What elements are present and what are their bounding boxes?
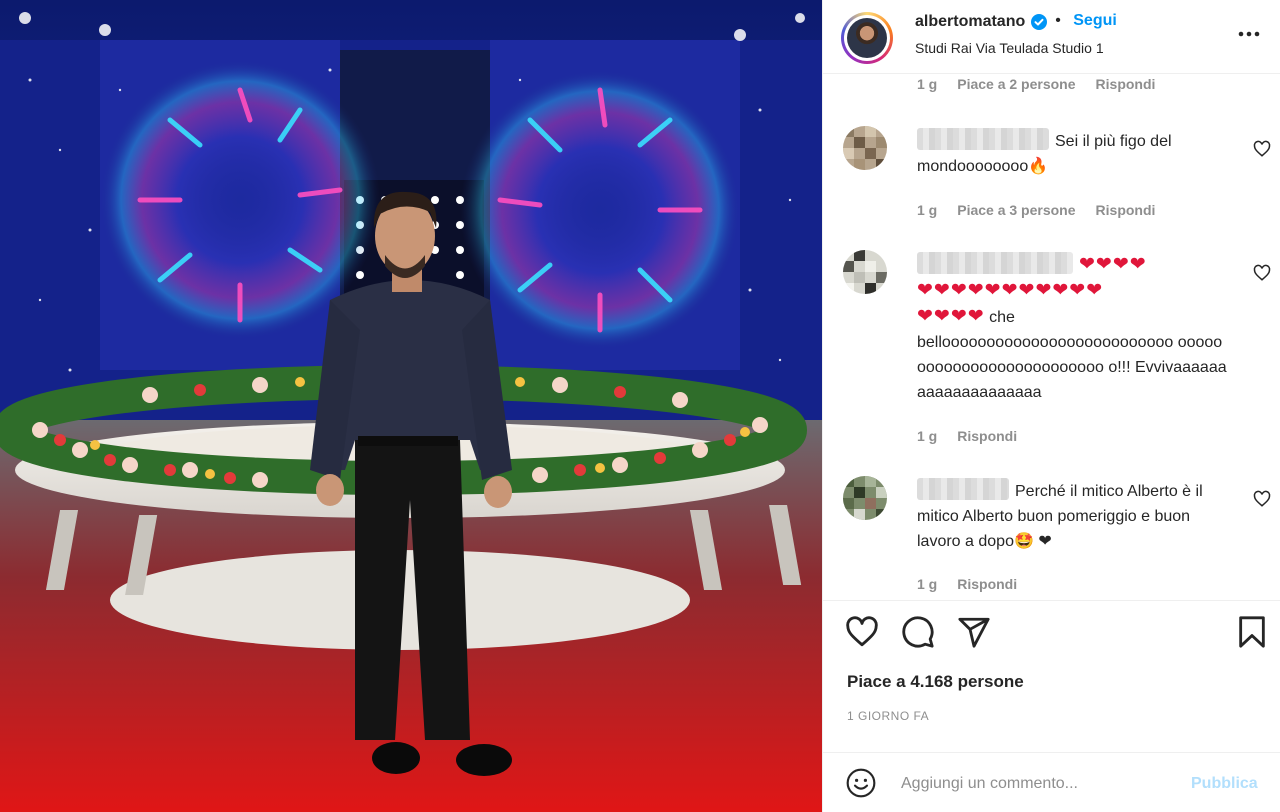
post-location[interactable]: Studi Rai Via Teulada Studio 1	[915, 40, 1104, 56]
emoji-icon[interactable]	[845, 767, 877, 799]
comment-heart-icon[interactable]	[1253, 490, 1271, 508]
comment-meta: 1 g Piace a 2 persone Rispondi	[917, 76, 1175, 92]
comment-meta: 1 g Rispondi	[917, 428, 1037, 444]
comment-age: 1 g	[917, 576, 938, 592]
publish-button[interactable]: Pubblica	[1191, 775, 1258, 793]
add-comment-input[interactable]	[901, 771, 1181, 797]
comment-age: 1 g	[917, 202, 938, 218]
comment-icon[interactable]	[901, 615, 935, 649]
comment-body: ❤❤❤❤ ❤❤❤❤❤❤❤❤❤❤❤ ❤❤❤❤ che belloooooooooo…	[917, 252, 1237, 405]
pixelated-avatar	[843, 476, 887, 520]
comment-text: che	[989, 309, 1015, 326]
comment-age: 1 g	[917, 76, 938, 92]
comment-text: belloooooooooooooooooooooooooo ooooooooo…	[917, 334, 1227, 401]
author-avatar[interactable]	[841, 12, 893, 64]
commenter-username-blurred[interactable]	[917, 128, 1049, 150]
commenter-username-blurred[interactable]	[917, 252, 1073, 274]
send-icon[interactable]	[957, 615, 991, 649]
post-photo[interactable]	[0, 0, 822, 812]
likes-count[interactable]: Piace a 4.168 persone	[847, 672, 1024, 692]
reply-button[interactable]: Rispondi	[957, 576, 1017, 592]
commenter-username-blurred[interactable]	[917, 478, 1009, 500]
comment-likes[interactable]: Piace a 3 persone	[957, 202, 1075, 218]
follow-button[interactable]: Segui	[1073, 12, 1117, 30]
follow-label: Segui	[1073, 12, 1117, 29]
comment-likes[interactable]: Piace a 2 persone	[957, 76, 1075, 92]
commenter-avatar[interactable]	[843, 126, 887, 170]
comment-body: Perché il mitico Alberto è il mitico Alb…	[917, 478, 1237, 554]
comment-emoji-hearts: ❤❤❤❤❤❤❤❤❤❤❤	[917, 280, 1104, 301]
verified-badge-icon	[1031, 14, 1048, 30]
heart-icon[interactable]	[845, 615, 879, 649]
post-actions	[823, 600, 1280, 660]
reply-button[interactable]: Rispondi	[1096, 76, 1156, 92]
comment-emoji-hearts: ❤❤❤❤	[1079, 254, 1147, 275]
comments-list[interactable]: 1 g Piace a 2 persone Rispondi Sei il più …	[823, 74, 1280, 600]
separator-dot: •	[1055, 12, 1061, 29]
more-horizontal-icon[interactable]	[1235, 20, 1263, 48]
commenter-avatar[interactable]	[843, 250, 887, 294]
comment-age: 1 g	[917, 428, 938, 444]
commenter-avatar[interactable]	[843, 476, 887, 520]
comment-emoji-hearts: ❤❤❤❤	[917, 306, 985, 327]
comment-heart-icon[interactable]	[1253, 140, 1271, 158]
author-username[interactable]: albertomatano	[915, 13, 1025, 31]
studio-scene-illustration	[0, 12, 822, 812]
comment-body: Sei il più figo del mondoooooooo🔥	[917, 128, 1217, 179]
pixelated-avatar	[843, 126, 887, 170]
comment-heart-icon[interactable]	[1253, 264, 1271, 282]
bookmark-icon[interactable]	[1235, 615, 1269, 649]
post-header: albertomatano • Segui Studi Rai Via Teul…	[823, 0, 1280, 74]
pixelated-avatar	[843, 250, 887, 294]
comment-meta: 1 g Piace a 3 persone Rispondi	[917, 202, 1175, 218]
reply-button[interactable]: Rispondi	[957, 428, 1017, 444]
reply-button[interactable]: Rispondi	[1096, 202, 1156, 218]
comment-meta: 1 g Rispondi	[917, 576, 1037, 592]
post-timestamp[interactable]: 1 GIORNO FA	[847, 709, 929, 723]
add-comment-bar: Pubblica	[823, 752, 1280, 812]
post-sidebar: albertomatano • Segui Studi Rai Via Teul…	[822, 0, 1280, 812]
